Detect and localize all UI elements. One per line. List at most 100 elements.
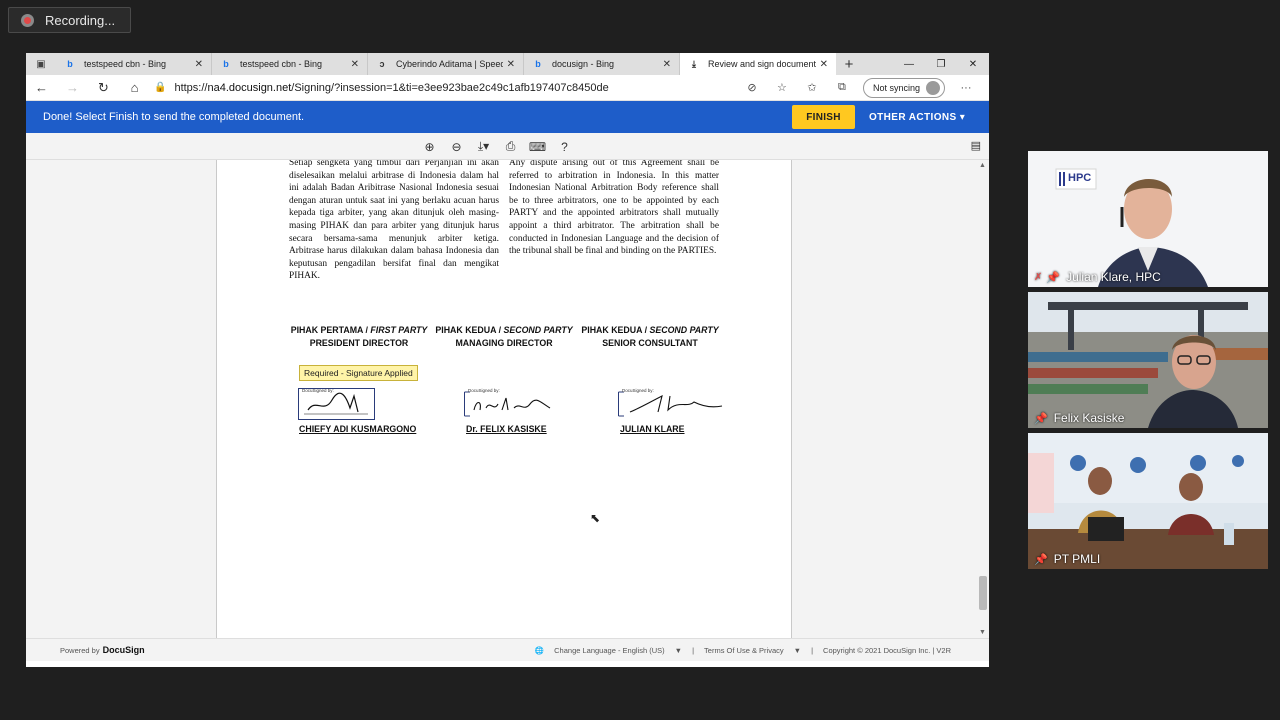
tab-strip: ▣ b testspeed cbn - Bing ✕ b testspeed c… — [26, 53, 989, 75]
participant-video-3 — [1028, 433, 1268, 569]
clause-indonesian: Setiap sengketa yang timbul dari Perjanj… — [289, 160, 499, 282]
docusign-banner: Done! Select Finish to send the complete… — [26, 101, 989, 133]
tab-2[interactable]: b testspeed cbn - Bing ✕ — [212, 53, 368, 75]
signer-3-name: JULIAN KLARE — [620, 424, 685, 434]
recording-label: Recording... — [45, 12, 116, 28]
zoom-out-icon[interactable]: ⊖ — [443, 140, 470, 154]
tab-actions-icon[interactable]: ▣ — [26, 53, 56, 75]
globe-icon: 🌐 — [534, 645, 545, 655]
tab-title: testspeed cbn - Bing — [240, 59, 323, 69]
zoom-in-icon[interactable]: ⊕ — [416, 140, 443, 154]
add-favorite-icon[interactable]: ☆ — [767, 81, 797, 94]
clause-english: Any dispute arising out of this Agreemen… — [509, 160, 719, 257]
participant-label: ✗ 📌 Julian Klare, HPC — [1034, 270, 1161, 284]
powered-by: Powered by DocuSign — [60, 645, 145, 655]
chevron-down-icon: ▼ — [674, 645, 683, 655]
record-icon — [21, 13, 34, 27]
restore-icon[interactable]: ❐ — [925, 53, 957, 75]
pin-icon: 📌 — [1034, 553, 1048, 566]
scrollbar-thumb[interactable] — [979, 576, 987, 610]
required-signature-tag[interactable]: Required - Signature Applied — [299, 365, 418, 381]
document-panel-icon[interactable]: ▤ — [971, 139, 981, 152]
collections-icon[interactable]: ⧉ — [827, 81, 857, 94]
document-page: Setiap sengketa yang timbul dari Perjanj… — [216, 160, 792, 638]
close-tab-icon[interactable]: ✕ — [507, 59, 515, 70]
profile-sync-button[interactable]: Not syncing — [862, 77, 945, 98]
close-window-icon[interactable]: ✕ — [957, 53, 989, 75]
url-field[interactable]: 🔒 https://na4.docusign.net/Signing/?inse… — [154, 77, 737, 99]
finish-button[interactable]: FINISH — [792, 105, 855, 129]
favorites-icon[interactable]: ✩ — [797, 81, 827, 94]
party-3-heading: PIHAK KEDUA / SECOND PARTY SENIOR CONSUL… — [581, 325, 719, 348]
video-tile-julian[interactable]: HPC ✗ 📌 Julian Klare, HPC — [1028, 151, 1268, 287]
screen: Recording... ▣ b testspeed cbn - Bing ✕ … — [0, 0, 1280, 720]
document-toolbar: ⊕ ⊖ ⤓▾ ⎙ ⌨ ? ▤ — [26, 133, 989, 160]
signature-1[interactable]: DocuSigned by: — [298, 388, 376, 420]
cyberindo-icon: ↄ — [379, 59, 385, 69]
tracking-icon[interactable]: ⊘ — [737, 81, 767, 94]
browser-toolbar-right: ⊘ ☆ ✩ ⧉ Not syncing ··· — [737, 77, 981, 98]
forward-icon[interactable]: → — [57, 80, 88, 95]
address-bar: ← → ↻ ⌂ 🔒 https://na4.docusign.net/Signi… — [26, 75, 989, 101]
comment-icon[interactable]: ⌨ — [524, 140, 551, 154]
url-text: https://na4.docusign.net/Signing/?insess… — [174, 81, 609, 94]
scroll-up-icon[interactable]: ▲ — [979, 162, 986, 169]
copyright-text: Copyright © 2021 DocuSign Inc. | V2R — [823, 645, 951, 655]
signature-2[interactable]: DocuSigned by: — [464, 388, 551, 420]
party-2-heading: PIHAK KEDUA / SECOND PARTY MANAGING DIRE… — [435, 325, 573, 348]
signer-1-name: CHIEFY ADI KUSMARGONO — [299, 424, 417, 434]
recording-indicator[interactable]: Recording... — [8, 7, 131, 33]
party-1-heading: PIHAK PERTAMA / FIRST PARTY PRESIDENT DI… — [290, 325, 428, 348]
tab-4[interactable]: b docusign - Bing ✕ — [524, 53, 680, 75]
docusign-logo: DocuSign — [102, 645, 145, 655]
bing-icon: b — [535, 59, 541, 69]
vertical-scrollbar[interactable]: ▲ ▼ — [977, 160, 989, 638]
signature-2-caption: DocuSigned by: — [468, 388, 500, 393]
signature-3[interactable]: DocuSigned by: — [618, 388, 728, 420]
signature-3-caption: DocuSigned by: — [622, 388, 654, 393]
browser-window: ▣ b testspeed cbn - Bing ✕ b testspeed c… — [26, 53, 989, 667]
change-language-link[interactable]: Change Language - English (US) — [554, 646, 665, 655]
tab-title: docusign - Bing — [552, 59, 615, 69]
minimize-icon[interactable]: — — [893, 53, 925, 75]
tab-5-active[interactable]: ⤓ Review and sign document(s) ✕ — [680, 53, 836, 75]
other-actions-button[interactable]: OTHER ACTIONS ▾ — [869, 112, 989, 123]
profile-avatar-icon — [926, 80, 940, 95]
tab-title: testspeed cbn - Bing — [84, 59, 167, 69]
participant-name: PT PMLI — [1053, 552, 1101, 566]
muted-mic-icon: ✗ — [1034, 271, 1043, 283]
chevron-down-icon: ▼ — [793, 645, 802, 655]
window-controls: — ❐ ✕ — [893, 53, 989, 75]
footer-divider: | — [811, 645, 814, 655]
close-tab-icon[interactable]: ✕ — [663, 59, 671, 70]
pin-icon: 📌 — [1034, 412, 1048, 425]
close-tab-icon[interactable]: ✕ — [351, 59, 359, 70]
download-icon[interactable]: ⤓▾ — [470, 139, 497, 154]
close-tab-icon[interactable]: ✕ — [195, 59, 203, 70]
hpc-logo: HPC — [1068, 172, 1092, 184]
back-icon[interactable]: ← — [26, 80, 57, 95]
lock-icon[interactable]: 🔒 — [154, 82, 166, 93]
participant-name: Felix Kasiske — [1053, 411, 1125, 425]
video-tile-pt-pmli[interactable]: 📌 PT PMLI — [1028, 433, 1268, 569]
help-icon[interactable]: ? — [551, 140, 578, 154]
tab-1[interactable]: b testspeed cbn - Bing ✕ — [56, 53, 212, 75]
terms-link[interactable]: Terms Of Use & Privacy — [704, 646, 784, 655]
signer-2-name: Dr. FELIX KASISKE — [466, 424, 547, 434]
new-tab-button[interactable]: + — [836, 53, 862, 75]
mouse-cursor-icon: ⬉ — [590, 511, 601, 525]
video-tile-felix[interactable]: 📌 Felix Kasiske — [1028, 292, 1268, 428]
print-icon[interactable]: ⎙ — [497, 139, 524, 154]
close-tab-icon[interactable]: ✕ — [820, 59, 828, 70]
docusign-footer: Powered by DocuSign 🌐 Change Language - E… — [26, 638, 989, 661]
scroll-down-icon[interactable]: ▼ — [979, 629, 986, 636]
home-icon[interactable]: ⌂ — [119, 80, 150, 95]
more-icon[interactable]: ··· — [951, 82, 981, 94]
participant-label: 📌 PT PMLI — [1034, 552, 1100, 566]
signature-1-caption: DocuSigned by: — [302, 388, 334, 393]
bing-icon: b — [67, 59, 73, 69]
refresh-icon[interactable]: ↻ — [88, 80, 119, 96]
tab-3[interactable]: ↄ Cyberindo Aditama | Speedte ✕ — [368, 53, 524, 75]
footer-divider: | — [692, 645, 695, 655]
document-viewer[interactable]: Setiap sengketa yang timbul dari Perjanj… — [26, 160, 989, 638]
